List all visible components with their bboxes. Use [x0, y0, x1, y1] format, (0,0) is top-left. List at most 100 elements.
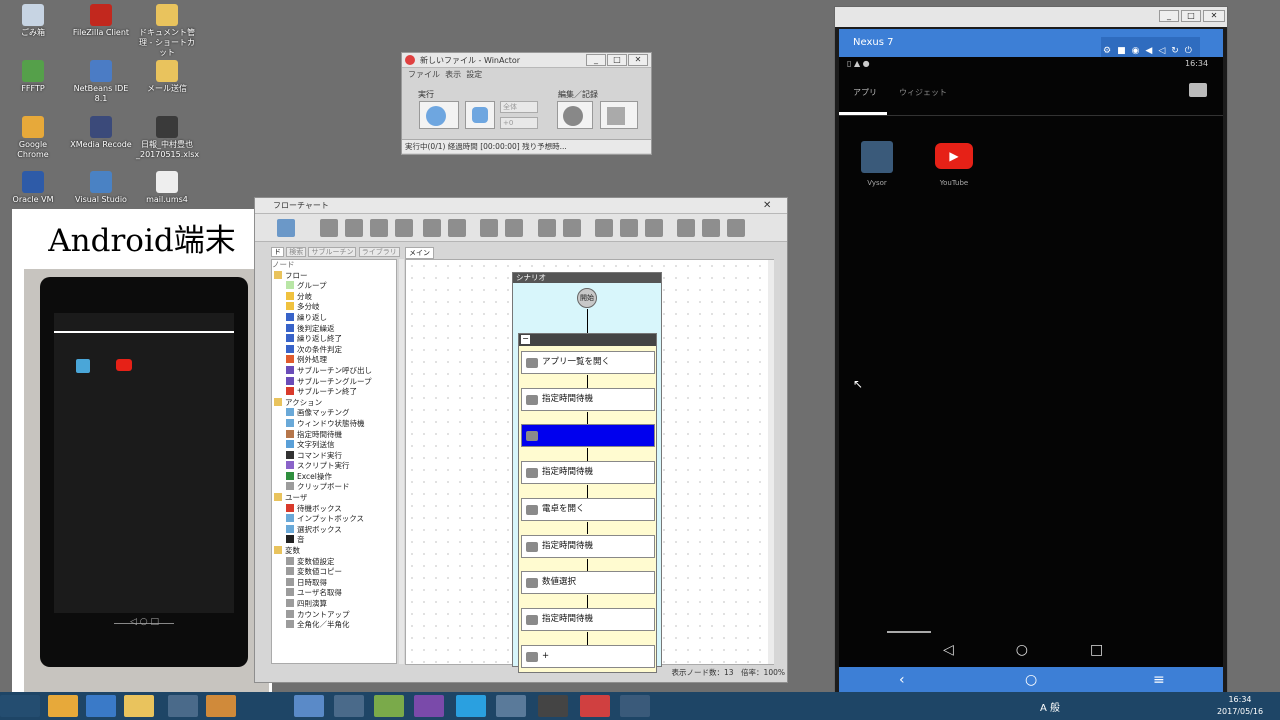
tree-category[interactable]: ユーザ — [272, 493, 396, 504]
zoom-in-icon[interactable] — [480, 219, 498, 237]
home-icon[interactable]: ○ — [1025, 672, 1037, 688]
winactor-logo-icon[interactable] — [580, 695, 610, 717]
desktop-icon[interactable]: ごみ箱 — [2, 4, 64, 38]
flow-node[interactable]: 数値選択 — [521, 571, 655, 595]
app-icon[interactable] — [206, 695, 236, 717]
menu-icon[interactable]: ≡ — [1153, 672, 1165, 688]
tab-widgets[interactable]: ウィジェット — [899, 87, 947, 98]
tab-apps[interactable]: アプリ — [853, 87, 877, 98]
tree-node-item[interactable]: 待機ボックス — [272, 503, 396, 515]
tree-node-item[interactable]: 音 — [272, 535, 396, 546]
group-collapse-button[interactable]: − — [521, 335, 530, 344]
tree-node-item[interactable]: サブルーチングループ — [272, 376, 396, 388]
desktop-icon[interactable]: 日報_中村豊也_20170515.xlsx — [136, 116, 199, 160]
explorer-icon[interactable] — [124, 695, 154, 717]
store-icon[interactable] — [1189, 83, 1207, 97]
undo-icon[interactable] — [423, 219, 441, 237]
paste-icon[interactable] — [370, 219, 388, 237]
delete-icon[interactable] — [395, 219, 413, 237]
desktop-icon[interactable]: mail.ums4 — [136, 171, 198, 205]
library-icon[interactable] — [727, 219, 745, 237]
tree-node-item[interactable]: スクリプト実行 — [272, 461, 396, 472]
scope-select[interactable]: 全体 — [500, 101, 538, 113]
app-icon[interactable] — [374, 695, 404, 717]
desktop-icon[interactable]: Visual Studio — [70, 171, 132, 205]
tree-node-item[interactable]: 次の条件判定 — [272, 344, 396, 356]
desktop-icon[interactable]: FFFTP — [2, 60, 64, 94]
library-icon[interactable] — [677, 219, 695, 237]
vysor-icon[interactable] — [861, 141, 893, 173]
tree-category[interactable]: フロー — [272, 270, 396, 282]
clock-date[interactable]: 2017/05/16 — [1212, 707, 1268, 716]
tab-search[interactable]: 検索 — [286, 247, 307, 257]
vysor-icon[interactable] — [620, 695, 650, 717]
close-icon[interactable]: ✕ — [763, 198, 771, 213]
app-icon[interactable] — [334, 695, 364, 717]
app-icon[interactable] — [496, 695, 526, 717]
group-icon[interactable] — [595, 219, 613, 237]
app-icon[interactable] — [168, 695, 198, 717]
flow-node[interactable] — [521, 424, 655, 448]
tab-subroutine[interactable]: サブルーチン — [308, 247, 357, 257]
ime-indicator[interactable]: A 般 — [1040, 699, 1060, 714]
align-icon[interactable] — [563, 219, 581, 237]
start-node[interactable]: 開始 — [577, 288, 597, 308]
flow-node[interactable]: + — [521, 644, 655, 668]
redo-icon[interactable] — [448, 219, 466, 237]
flow-node[interactable]: 指定時間待機 — [521, 461, 655, 485]
tree-node-item[interactable]: 分岐 — [272, 291, 396, 303]
tree-node-item[interactable]: Excel操作 — [272, 471, 396, 483]
tree-node-item[interactable]: グループ — [272, 281, 396, 292]
tab-main[interactable]: メイン — [405, 247, 434, 259]
maximize-button[interactable]: □ — [607, 54, 627, 66]
run-button[interactable] — [419, 101, 459, 129]
desktop-icon[interactable]: ドキュメント管理 - ショートカット — [136, 4, 198, 58]
desktop-icon[interactable]: メール送信 — [136, 60, 198, 94]
tree-category[interactable]: 変数 — [272, 546, 396, 557]
tree-node-item[interactable]: 後判定繰返 — [272, 323, 396, 335]
desktop-icon[interactable]: FileZilla Client — [70, 4, 132, 38]
tree-node-item[interactable]: 多分岐 — [272, 302, 396, 313]
skype-icon[interactable] — [456, 695, 486, 717]
cut-icon[interactable] — [320, 219, 338, 237]
library-icon[interactable] — [702, 219, 720, 237]
flow-node[interactable]: 指定時間待機 — [521, 607, 655, 631]
visual-studio-icon[interactable] — [414, 695, 444, 717]
close-button[interactable]: ✕ — [628, 54, 648, 66]
app-icon[interactable] — [294, 695, 324, 717]
tree-node-item[interactable]: ユーザ名取得 — [272, 588, 396, 599]
tree-node-item[interactable]: 繰り返し — [272, 312, 396, 324]
desktop-icon[interactable]: NetBeans IDE 8.1 — [70, 60, 132, 104]
menu-file[interactable]: ファイル — [408, 70, 440, 79]
desktop-icon[interactable]: Google Chrome — [2, 116, 64, 160]
tree-node-item[interactable]: カウントアップ — [272, 609, 396, 621]
tree-node-item[interactable]: 指定時間待機 — [272, 429, 396, 441]
menu-settings[interactable]: 設定 — [466, 70, 482, 79]
tree-node-item[interactable]: サブルーチン呼び出し — [272, 365, 396, 377]
tab-node[interactable]: ド — [271, 247, 284, 257]
winactor-taskbar-icon[interactable] — [538, 695, 568, 717]
minimize-button[interactable]: _ — [586, 54, 606, 66]
flow-node[interactable]: 指定時間待機 — [521, 534, 655, 558]
desktop-icon[interactable]: Oracle VM — [2, 171, 64, 205]
flow-node[interactable]: アプリ一覧を開く — [521, 351, 655, 374]
android-screen[interactable]: ▯ ▲ ● 16:34 アプリ ウィジェット Vysor ▶ YouTube ↖… — [839, 57, 1223, 667]
menu-view[interactable]: 表示 — [445, 70, 461, 79]
copy-icon[interactable] — [345, 219, 363, 237]
flow-canvas[interactable]: シナリオ 開始 − アプリ一覧を開く 指定時間待機 指定時間待機 電卓を開く 指定時間待… — [405, 259, 774, 673]
tree-node-item[interactable]: 画像マッチング — [272, 408, 396, 419]
tree-node-item[interactable]: 例外処理 — [272, 355, 396, 366]
tree-node-item[interactable]: サブルーチン終了 — [272, 387, 396, 398]
tree-node-item[interactable]: コマンド実行 — [272, 450, 396, 462]
maximize-button[interactable]: □ — [1181, 10, 1201, 22]
minimize-button[interactable]: _ — [1159, 10, 1179, 22]
stop-button[interactable] — [465, 101, 495, 129]
tree-category[interactable]: アクション — [272, 397, 396, 409]
speed-input[interactable]: +0 — [500, 117, 538, 129]
align-icon[interactable] — [538, 219, 556, 237]
youtube-icon[interactable]: ▶ — [935, 143, 973, 169]
flow-node[interactable]: 指定時間待機 — [521, 387, 655, 411]
ie-icon[interactable] — [86, 695, 116, 717]
tree-scrollbar[interactable] — [399, 259, 404, 664]
back-icon[interactable]: ‹ — [899, 672, 905, 688]
